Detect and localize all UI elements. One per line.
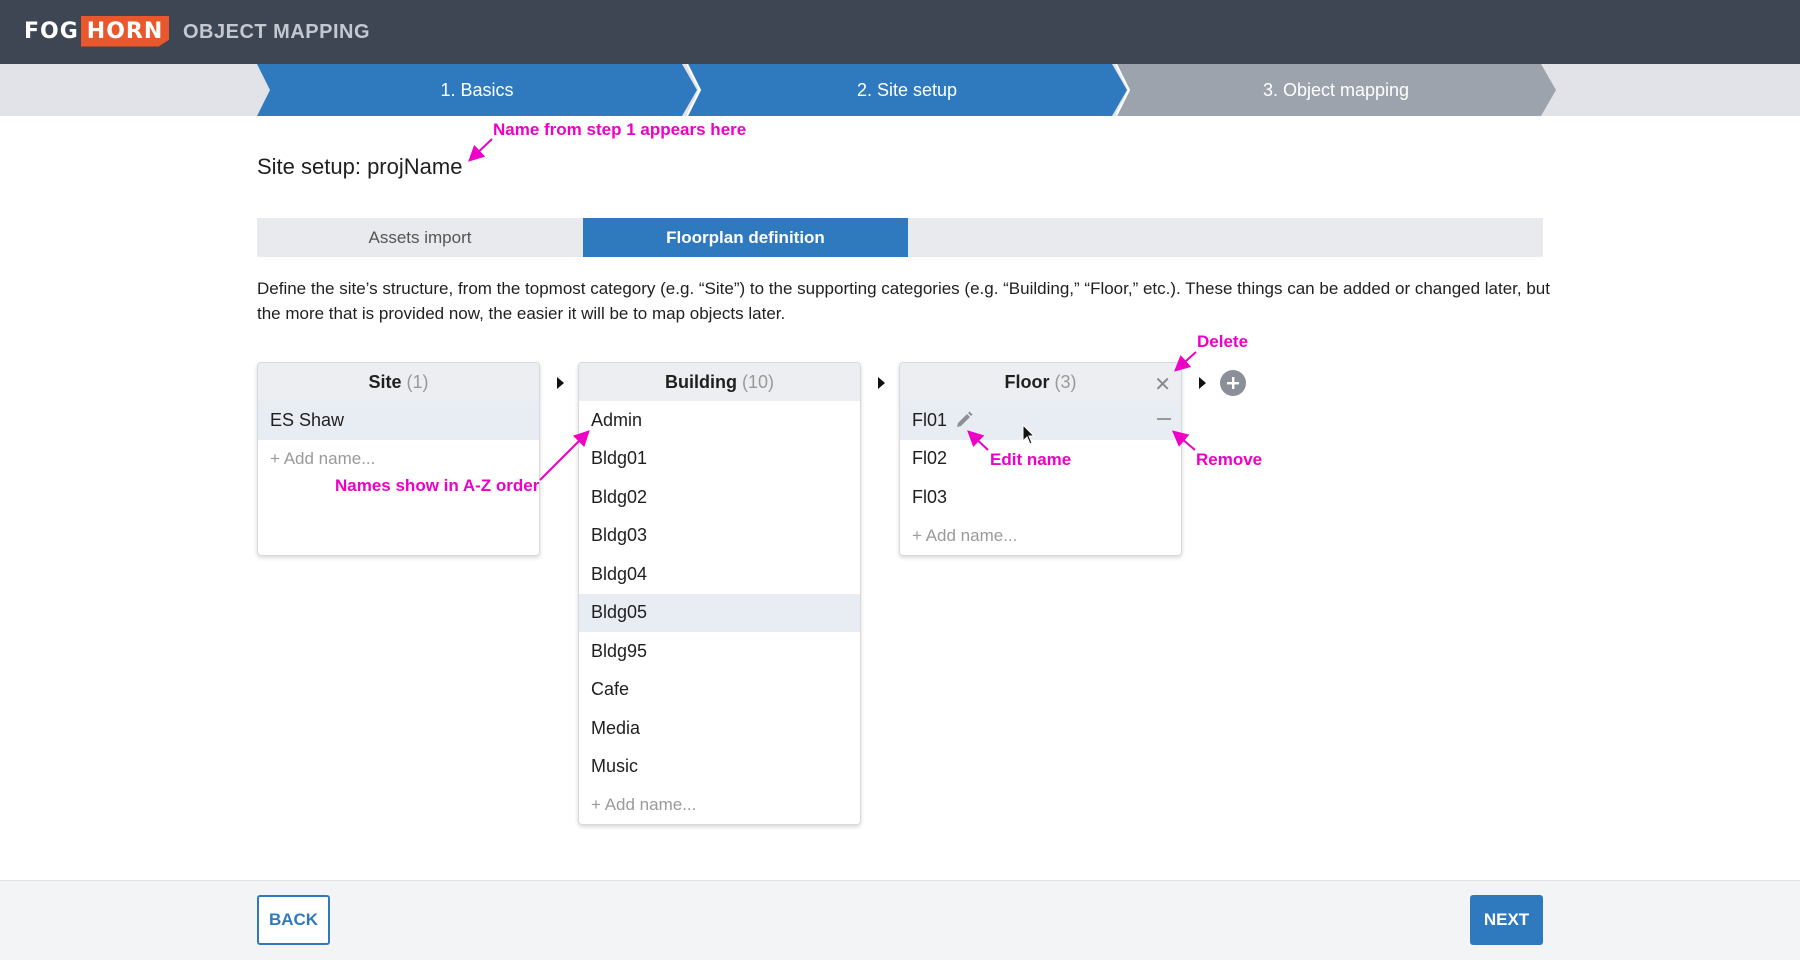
list-item[interactable]: Bldg01 [579,440,860,479]
step-basics-label: 1. Basics [440,79,514,100]
annotation-az-order: Names show in A-Z order [335,476,540,495]
annotation-remove: Remove [1196,450,1263,469]
floor-item-label: Fl01 [912,409,948,430]
annotation-edit-name: Edit name [990,450,1072,469]
site-panel-header: Site (1) [258,363,539,401]
app-title: OBJECT MAPPING [183,21,371,43]
plus-circle-icon[interactable] [1220,370,1246,396]
list-item[interactable]: Cafe [579,671,860,710]
logo-fog-text: FOG [24,18,79,44]
chevron-right-icon [1199,377,1206,389]
site-panel-title: Site [368,371,402,392]
list-item[interactable]: Bldg02 [579,478,860,517]
close-icon[interactable]: ✕ [1154,372,1171,397]
add-name-input[interactable]: + Add name... [258,440,539,479]
minus-icon[interactable] [1157,418,1171,420]
site-panel: Site (1) ES Shaw + Add name... [257,362,540,556]
building-item-label: Bldg05 [591,602,648,623]
next-button[interactable]: NEXT [1470,895,1543,945]
top-bar: FOG HORN OBJECT MAPPING [0,0,1800,64]
tab-floorplan-definition[interactable]: Floorplan definition [583,218,908,257]
building-item-label: Bldg04 [591,563,648,584]
add-name-input[interactable]: + Add name... [900,517,1181,556]
back-button[interactable]: BACK [257,895,330,945]
description-text: Define the site’s structure, from the to… [257,279,1550,323]
page-title: Site setup: projName [257,154,463,179]
list-item[interactable]: Media [579,709,860,748]
list-item[interactable]: ES Shaw [258,401,539,440]
building-panel-header: Building (10) [579,363,860,401]
building-panel: Building (10) Admin Bldg01 Bldg02 Bldg03… [578,362,861,825]
chevron-right-icon [557,377,564,389]
annotation-name-from-step: Name from step 1 appears here [493,120,747,139]
list-item[interactable]: Fl03 [900,478,1181,517]
building-item-label: Bldg95 [591,640,648,661]
site-count: (1) [406,371,429,392]
tab-bar: Assets import Floorplan definition [257,218,1543,257]
logo-horn-text: HORN [80,15,170,47]
site-item-label: ES Shaw [270,409,345,430]
foghorn-logo: FOG HORN [24,13,170,49]
floor-item-label: Fl03 [912,486,948,507]
floor-item-label: Fl02 [912,448,948,469]
annotation-delete: Delete [1197,332,1249,351]
step-site-setup[interactable]: 2. Site setup [687,64,1127,116]
cursor-icon [1022,423,1036,451]
tab-assets-import[interactable]: Assets import [257,218,583,257]
add-name-input[interactable]: + Add name... [579,786,860,824]
step-object-mapping-label: 3. Object mapping [1262,79,1410,100]
step-site-setup-label: 2. Site setup [856,79,958,100]
list-item[interactable]: Bldg04 [579,555,860,594]
list-item[interactable]: Bldg03 [579,517,860,556]
step-object-mapping[interactable]: 3. Object mapping [1116,64,1556,116]
floor-panel-title: Floor [1004,371,1050,392]
pencil-icon[interactable] [955,411,973,429]
building-item-label: Bldg02 [591,486,648,507]
list-item[interactable]: Bldg95 [579,632,860,671]
list-item[interactable]: Music [579,748,860,787]
floor-panel-header: Floor (3) ✕ [900,363,1181,401]
building-item-label: Bldg03 [591,525,648,546]
list-item[interactable]: Admin [579,401,860,440]
building-panel-title: Building [665,371,737,392]
building-count: (10) [741,371,774,392]
building-item-label: Media [591,717,641,738]
step-basics[interactable]: 1. Basics [257,64,697,116]
building-item-label: Music [591,756,639,777]
building-item-label: Admin [591,409,643,430]
list-item[interactable]: Fl01 [900,401,1181,440]
chevron-right-icon [878,377,885,389]
building-item-label: Cafe [591,679,630,700]
floor-count: (3) [1054,371,1077,392]
list-item[interactable]: Bldg05 [579,593,860,632]
wizard-stepper: 1. Basics 2. Site setup 3. Object mappin… [0,64,1800,116]
building-item-label: Bldg01 [591,448,648,469]
